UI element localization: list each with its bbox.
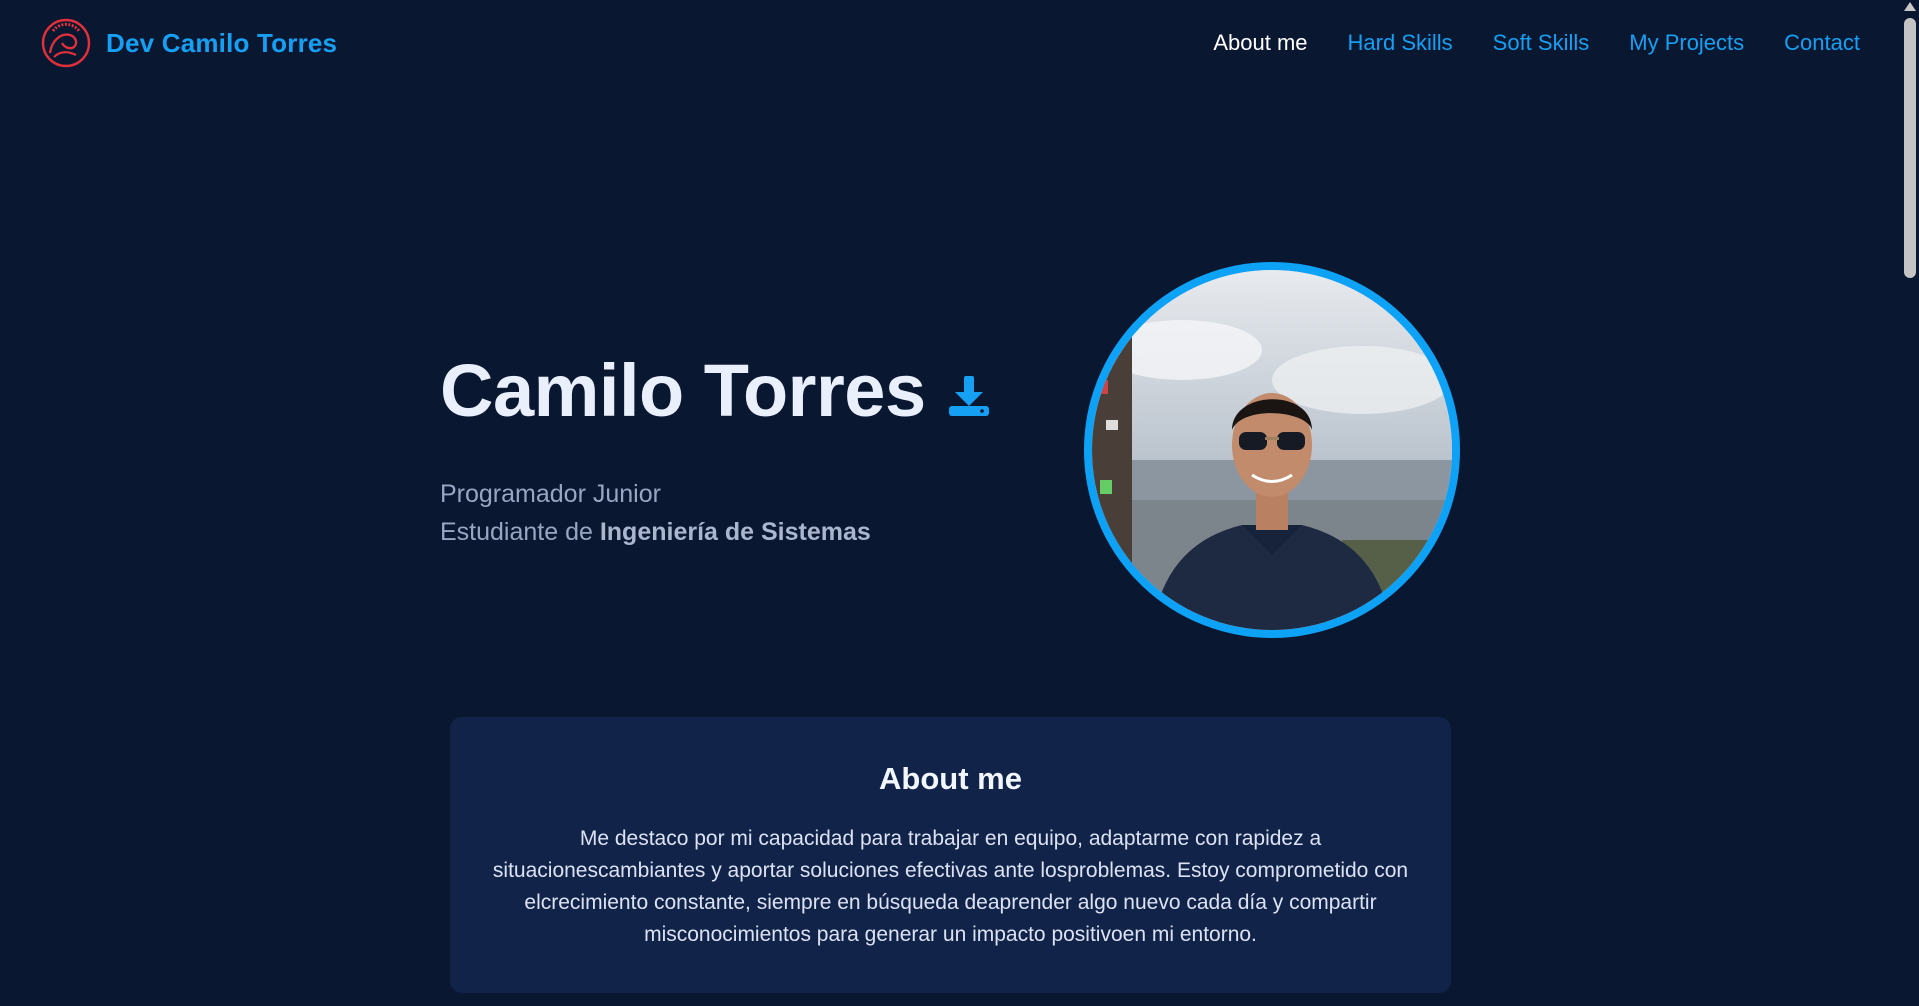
page: Dev Camilo Torres About me Hard Skills S… <box>0 0 1919 1006</box>
nav-link-my-projects[interactable]: My Projects <box>1629 30 1744 56</box>
hero-study-field: Ingeniería de Sistemas <box>599 518 871 547</box>
hero-study: Estudiante de Ingeniería de Sistemas <box>440 513 992 551</box>
unillanos-logo-icon <box>41 18 91 68</box>
brand-name: Dev Camilo Torres <box>106 27 338 58</box>
site-header: Dev Camilo Torres About me Hard Skills S… <box>0 0 1900 86</box>
nav-link-about-me[interactable]: About me <box>1213 30 1307 56</box>
about-me-text: Me destaco por mi capacidad para trabaja… <box>492 827 1409 946</box>
scrollbar-thumb[interactable] <box>1904 18 1916 278</box>
about-me-card: About me Me destaco por mi capacidad par… <box>450 717 1451 993</box>
profile-photo-image <box>1092 270 1452 630</box>
hero-subtitle: Programador Junior Estudiante de Ingenie… <box>440 475 992 551</box>
main-nav: About me Hard Skills Soft Skills My Proj… <box>1213 30 1860 56</box>
nav-link-hard-skills[interactable]: Hard Skills <box>1348 30 1453 56</box>
hero-name: Camilo Torres <box>440 349 926 432</box>
download-icon[interactable] <box>946 372 992 418</box>
nav-link-contact[interactable]: Contact <box>1784 30 1860 56</box>
vertical-scrollbar[interactable] <box>1900 0 1919 1006</box>
hero-text: Camilo Torres Programador Junior Estudia… <box>440 350 992 551</box>
hero-role: Programador Junior <box>440 480 661 509</box>
brand[interactable]: Dev Camilo Torres <box>40 17 337 69</box>
profile-photo <box>1084 262 1460 638</box>
about-me-title: About me <box>879 761 1022 796</box>
nav-link-soft-skills[interactable]: Soft Skills <box>1493 30 1590 56</box>
hero-title-row: Camilo Torres <box>440 350 992 431</box>
scroll-up-arrow-icon[interactable] <box>1904 2 1916 11</box>
hero-study-prefix: Estudiante de <box>440 518 600 547</box>
